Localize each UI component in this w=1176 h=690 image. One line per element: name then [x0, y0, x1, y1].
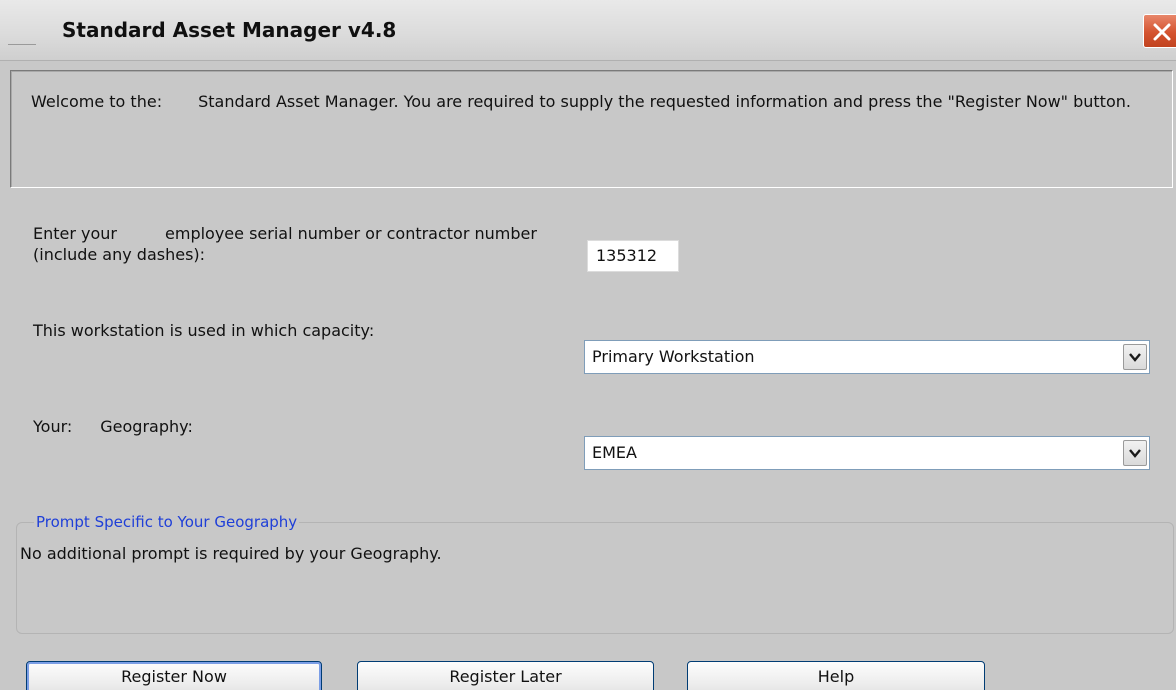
serial-number-label: Enter your employee serial number or cont… [33, 223, 573, 265]
geography-selected-value: EMEA [592, 443, 637, 462]
geography-prompt-text: No additional prompt is required by your… [20, 544, 442, 563]
capacity-select[interactable]: Primary Workstation [584, 340, 1150, 374]
help-button[interactable]: Help [687, 661, 985, 690]
geography-dropdown-button[interactable] [1123, 440, 1147, 466]
register-now-button[interactable]: Register Now [26, 661, 322, 690]
welcome-blank-mark: : [156, 92, 163, 111]
welcome-panel: Welcome to the: Standard Asset Manager. Y… [10, 70, 1173, 188]
title-bar[interactable]: Standard Asset Manager v4.8 [0, 0, 1176, 61]
capacity-selected-value: Primary Workstation [592, 347, 755, 366]
chevron-down-icon [1129, 449, 1141, 458]
geography-label-suffix: Geography: [100, 417, 193, 436]
serial-number-input[interactable]: 135312 [587, 240, 679, 272]
geography-select[interactable]: EMEA [584, 436, 1150, 470]
asset-manager-window: Standard Asset Manager v4.8 Welcome to t… [0, 0, 1176, 690]
capacity-label: This workstation is used in which capaci… [33, 321, 375, 340]
close-icon [1153, 23, 1171, 41]
capacity-dropdown-button[interactable] [1123, 344, 1147, 370]
serial-label-prefix: Enter your [33, 224, 118, 243]
welcome-suffix: Standard Asset Manager. You are required… [198, 92, 1131, 111]
geography-prompt-group [16, 522, 1174, 634]
welcome-message: Welcome to the: Standard Asset Manager. Y… [31, 91, 1151, 112]
title-bar-stub [8, 44, 36, 45]
geography-label: Your: Geography: [33, 416, 193, 437]
geography-prompt-legend: Prompt Specific to Your Geography [34, 513, 300, 531]
window-title: Standard Asset Manager v4.8 [62, 18, 397, 42]
welcome-prefix: Welcome to the [31, 92, 157, 111]
geography-blank-mark: : [66, 417, 73, 436]
geography-label-prefix: Your [33, 417, 67, 436]
chevron-down-icon [1129, 353, 1141, 362]
close-button[interactable] [1143, 14, 1176, 48]
register-later-button[interactable]: Register Later [357, 661, 654, 690]
